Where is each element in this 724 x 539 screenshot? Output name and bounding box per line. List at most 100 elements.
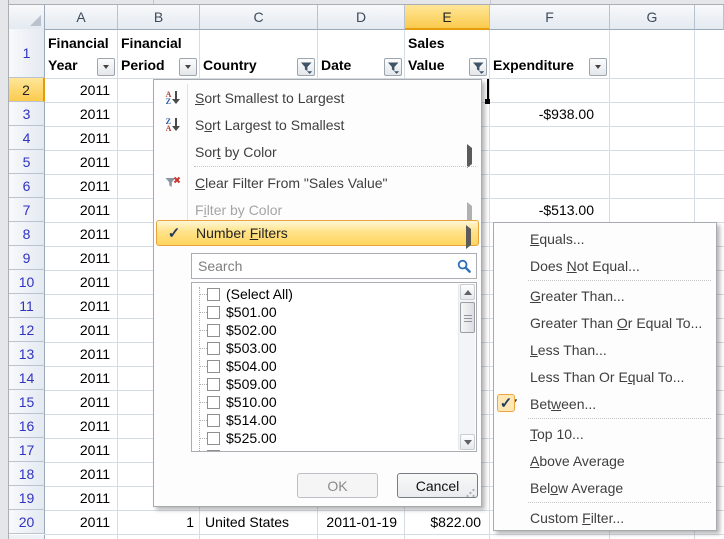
cell-D20[interactable]: 2011-01-19 (318, 511, 401, 534)
fill-handle[interactable] (485, 99, 490, 104)
cell-A8[interactable]: 2011 (45, 223, 114, 246)
list-item-503-00[interactable]: $503.00 (192, 339, 458, 357)
filter-button-financial-period[interactable] (179, 58, 197, 76)
menu-item-clear-filter-from-sales-value[interactable]: Clear Filter From "Sales Value" (156, 169, 479, 196)
checkbox[interactable] (207, 432, 220, 445)
scroll-down-button[interactable] (460, 434, 475, 450)
cell-A4[interactable]: 2011 (45, 127, 114, 150)
row-header-13[interactable]: 13 (9, 342, 45, 366)
checkbox[interactable] (207, 324, 220, 337)
cell-A18[interactable]: 2011 (45, 463, 114, 486)
checkbox[interactable] (207, 342, 220, 355)
cell-B20[interactable]: 1 (118, 511, 197, 534)
menu-item-less-than-or-equal-to[interactable]: Less Than Or Equal To... (496, 363, 714, 390)
cell-A5[interactable]: 2011 (45, 151, 114, 174)
cell-A6[interactable]: 2011 (45, 175, 114, 198)
row-header-10[interactable]: 10 (9, 270, 45, 294)
column-header-partial[interactable] (695, 5, 724, 30)
filter-button-financial-year[interactable] (97, 58, 115, 76)
cell-A17[interactable]: 2011 (45, 439, 114, 462)
cell-A19[interactable]: 2011 (45, 487, 114, 510)
cell-A12[interactable]: 2011 (45, 319, 114, 342)
cell-A7[interactable]: 2011 (45, 199, 114, 222)
checkbox[interactable] (207, 396, 220, 409)
row-header-16[interactable]: 16 (9, 414, 45, 438)
menu-item-sort-smallest-to-largest[interactable]: AZSort Smallest to Largest (156, 84, 479, 111)
row-header-8[interactable]: 8 (9, 222, 45, 246)
checkbox[interactable] (207, 378, 220, 391)
menu-item-sort-largest-to-smallest[interactable]: ZASort Largest to Smallest (156, 111, 479, 138)
row-header-5[interactable]: 5 (9, 150, 45, 174)
column-header-A[interactable]: A (45, 5, 118, 30)
list-item-514-00[interactable]: $514.00 (192, 411, 458, 429)
cell-A3[interactable]: 2011 (45, 103, 114, 126)
column-header-D[interactable]: D (318, 5, 405, 30)
cell-A10[interactable]: 2011 (45, 271, 114, 294)
checkbox[interactable] (207, 306, 220, 319)
cell-E20[interactable]: $822.00 (405, 511, 486, 534)
filter-button-country[interactable] (297, 58, 315, 76)
menu-item-below-average[interactable]: Below Average (496, 474, 714, 501)
filter-button-expenditure[interactable] (589, 58, 607, 76)
cell-A2[interactable]: 2011 (45, 79, 114, 102)
menu-item-sort-by-color[interactable]: Sort by Color (156, 138, 479, 165)
menu-item-equals[interactable]: Equals... (496, 225, 714, 252)
column-header-G[interactable]: G (610, 5, 695, 30)
list-item-509-00[interactable]: $509.00 (192, 375, 458, 393)
cell-A13[interactable]: 2011 (45, 343, 114, 366)
cell-F3[interactable]: -$938.00 (490, 103, 602, 126)
cell-A20[interactable]: 2011 (45, 511, 114, 534)
cell-A14[interactable]: 2011 (45, 367, 114, 390)
menu-item-greater-than-or-equal-to[interactable]: Greater Than Or Equal To... (496, 309, 714, 336)
scroll-thumb[interactable] (460, 302, 475, 333)
column-header-B[interactable]: B (118, 5, 200, 30)
list-scrollbar[interactable] (458, 284, 475, 450)
row-header-7[interactable]: 7 (9, 198, 45, 222)
scroll-up-button[interactable] (460, 284, 475, 300)
row-header-6[interactable]: 6 (9, 174, 45, 198)
list-item-partial[interactable] (192, 447, 458, 452)
filter-button-sales-value[interactable] (469, 58, 487, 76)
list-item-504-00[interactable]: $504.00 (192, 357, 458, 375)
row-header-14[interactable]: 14 (9, 366, 45, 390)
cell-F7[interactable]: -$513.00 (490, 199, 602, 222)
column-header-C[interactable]: C (200, 5, 318, 30)
cell-A15[interactable]: 2011 (45, 391, 114, 414)
checkbox[interactable] (207, 450, 220, 453)
menu-item-number-filters[interactable]: ✓Number Filters (156, 220, 479, 246)
row-header-9[interactable]: 9 (9, 246, 45, 270)
row-header-17[interactable]: 17 (9, 438, 45, 462)
list-item-501-00[interactable]: $501.00 (192, 303, 458, 321)
menu-item-above-average[interactable]: Above Average (496, 447, 714, 474)
cell-A16[interactable]: 2011 (45, 415, 114, 438)
menu-item-custom-filter[interactable]: Custom Filter... (496, 504, 714, 531)
row-header-19[interactable]: 19 (9, 486, 45, 510)
row-header-11[interactable]: 11 (9, 294, 45, 318)
row-header-12[interactable]: 12 (9, 318, 45, 342)
list-item-select-all[interactable]: (Select All) (192, 285, 458, 303)
menu-item-top-10[interactable]: Top 10... (496, 420, 714, 447)
column-header-E[interactable]: E (405, 5, 490, 30)
cell-A11[interactable]: 2011 (45, 295, 114, 318)
row-header-4[interactable]: 4 (9, 126, 45, 150)
search-icon[interactable] (457, 259, 471, 278)
column-header-F[interactable]: F (490, 5, 610, 30)
cell-C20[interactable]: United States (200, 511, 318, 534)
menu-item-does-not-equal[interactable]: Does Not Equal... (496, 252, 714, 279)
filter-button-date[interactable] (384, 58, 402, 76)
row-header-2[interactable]: 2 (9, 78, 45, 102)
menu-item-greater-than[interactable]: Greater Than... (496, 282, 714, 309)
menu-item-between[interactable]: ✓Between... (496, 390, 714, 417)
resize-grip[interactable] (463, 486, 476, 504)
row-header-18[interactable]: 18 (9, 462, 45, 486)
list-item-510-00[interactable]: $510.00 (192, 393, 458, 411)
list-item-525-00[interactable]: $525.00 (192, 429, 458, 447)
checkbox[interactable] (207, 288, 220, 301)
cell-A9[interactable]: 2011 (45, 247, 114, 270)
checkbox[interactable] (207, 360, 220, 373)
row-header-1[interactable]: 1 (9, 29, 45, 78)
checkbox[interactable] (207, 414, 220, 427)
row-header-3[interactable]: 3 (9, 102, 45, 126)
row-header-20[interactable]: 20 (9, 510, 45, 534)
row-header-15[interactable]: 15 (9, 390, 45, 414)
